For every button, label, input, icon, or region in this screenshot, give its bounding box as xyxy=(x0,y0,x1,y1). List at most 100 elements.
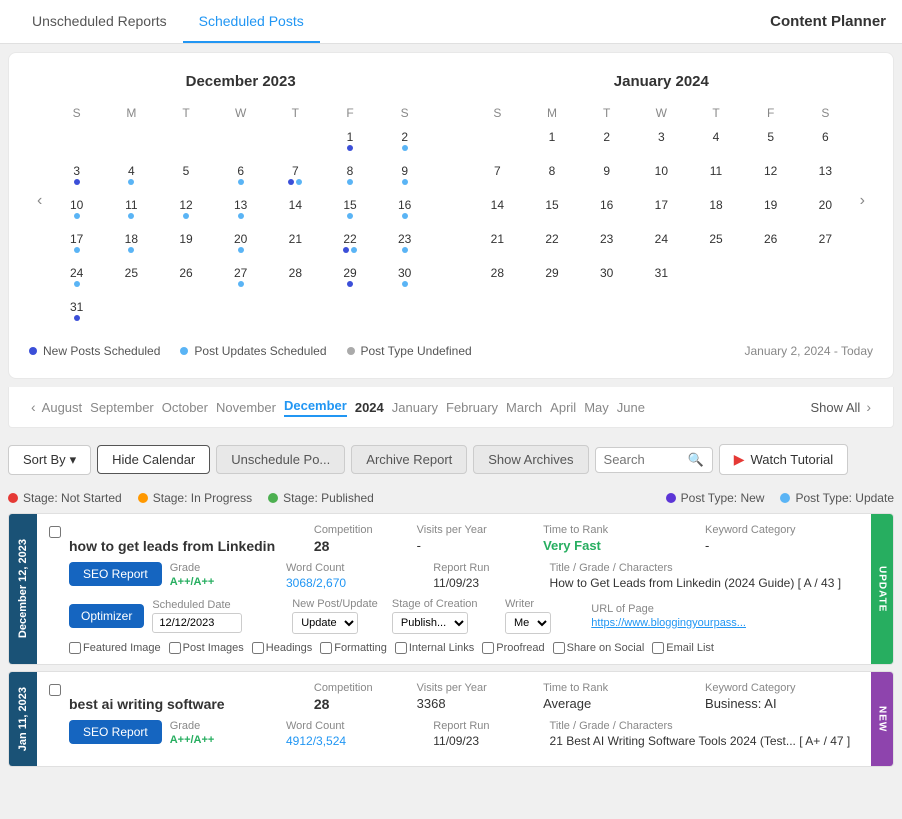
calendar-prev-btn[interactable]: ‹ xyxy=(29,188,50,214)
tab-scheduled-posts[interactable]: Scheduled Posts xyxy=(183,1,320,43)
cal-day[interactable] xyxy=(160,126,213,158)
cal-day[interactable]: 6 xyxy=(799,126,852,158)
cal-day[interactable]: 21 xyxy=(269,228,322,260)
cal-day[interactable]: 3 xyxy=(635,126,688,158)
cal-day[interactable]: 26 xyxy=(744,228,797,260)
card1-seo-btn[interactable]: SEO Report xyxy=(69,562,162,586)
cal-day[interactable]: 16 xyxy=(378,194,431,226)
cal-day[interactable] xyxy=(690,262,743,294)
cal-day[interactable]: 21 xyxy=(471,228,524,260)
cal-day[interactable]: 5 xyxy=(160,160,213,192)
cal-day[interactable]: 2 xyxy=(580,126,633,158)
month-nav-item-september[interactable]: September xyxy=(90,400,154,415)
cal-day[interactable]: 14 xyxy=(269,194,322,226)
card1-internal-links[interactable] xyxy=(395,642,407,654)
sort-by-button[interactable]: Sort By ▾ xyxy=(8,445,91,475)
cal-day[interactable]: 24 xyxy=(50,262,103,294)
cal-day[interactable]: 11 xyxy=(105,194,158,226)
month-nav-item-2024[interactable]: 2024 xyxy=(355,400,384,415)
cal-day[interactable]: 15 xyxy=(526,194,579,226)
cal-day[interactable] xyxy=(50,126,103,158)
cal-day[interactable]: 4 xyxy=(690,126,743,158)
cal-day[interactable]: 8 xyxy=(526,160,579,192)
card1-new-post-select[interactable]: Update xyxy=(292,612,358,634)
cal-day[interactable]: 15 xyxy=(324,194,377,226)
cal-day[interactable]: 27 xyxy=(214,262,267,294)
card1-optimizer-btn[interactable]: Optimizer xyxy=(69,604,144,628)
cal-day[interactable] xyxy=(214,126,267,158)
cal-day[interactable]: 23 xyxy=(378,228,431,260)
cal-day[interactable]: 28 xyxy=(269,262,322,294)
card1-formatting[interactable] xyxy=(320,642,332,654)
cal-day[interactable]: 1 xyxy=(324,126,377,158)
cal-day[interactable] xyxy=(378,296,431,328)
cal-day[interactable]: 12 xyxy=(744,160,797,192)
cal-day[interactable]: 18 xyxy=(690,194,743,226)
cal-day[interactable]: 6 xyxy=(214,160,267,192)
month-nav-item-march[interactable]: March xyxy=(506,400,542,415)
archive-report-button[interactable]: Archive Report xyxy=(351,445,467,474)
cal-day[interactable]: 10 xyxy=(635,160,688,192)
watch-tutorial-button[interactable]: ▶ Watch Tutorial xyxy=(719,444,848,475)
month-nav-item-june[interactable]: June xyxy=(617,400,645,415)
cal-day[interactable] xyxy=(324,296,377,328)
card2-seo-btn[interactable]: SEO Report xyxy=(69,720,162,744)
hide-calendar-button[interactable]: Hide Calendar xyxy=(97,445,210,474)
card1-email-list[interactable] xyxy=(652,642,664,654)
show-archives-button[interactable]: Show Archives xyxy=(473,445,588,474)
month-nav-item-april[interactable]: April xyxy=(550,400,576,415)
cal-day[interactable] xyxy=(744,262,797,294)
cal-day[interactable]: 20 xyxy=(799,194,852,226)
card1-stage-select[interactable]: Publish... xyxy=(392,612,468,634)
cal-day[interactable]: 18 xyxy=(105,228,158,260)
cal-day[interactable] xyxy=(160,296,213,328)
month-nav-item-august[interactable]: August xyxy=(42,400,82,415)
cal-day[interactable]: 7 xyxy=(471,160,524,192)
cal-day[interactable]: 17 xyxy=(50,228,103,260)
cal-day[interactable]: 17 xyxy=(635,194,688,226)
card1-proofread[interactable] xyxy=(482,642,494,654)
cal-day[interactable]: 26 xyxy=(160,262,213,294)
cal-day[interactable]: 25 xyxy=(690,228,743,260)
cal-day[interactable]: 28 xyxy=(471,262,524,294)
cal-day[interactable]: 3 xyxy=(50,160,103,192)
cal-day[interactable]: 14 xyxy=(471,194,524,226)
cal-day[interactable]: 2 xyxy=(378,126,431,158)
cal-day[interactable]: 29 xyxy=(324,262,377,294)
card1-checkbox[interactable] xyxy=(49,526,61,538)
cal-day[interactable] xyxy=(269,126,322,158)
card1-url[interactable]: https://www.bloggingyourpass... xyxy=(591,617,746,629)
cal-day[interactable]: 10 xyxy=(50,194,103,226)
cal-day[interactable]: 11 xyxy=(690,160,743,192)
cal-day[interactable]: 30 xyxy=(378,262,431,294)
month-nav-item-may[interactable]: May xyxy=(584,400,609,415)
show-all-btn[interactable]: Show All xyxy=(810,400,860,415)
card1-share-social[interactable] xyxy=(553,642,565,654)
cal-day[interactable]: 25 xyxy=(105,262,158,294)
cal-day[interactable]: 19 xyxy=(160,228,213,260)
card1-writer-select[interactable]: Me xyxy=(505,612,551,634)
cal-day[interactable]: 13 xyxy=(799,160,852,192)
cal-day[interactable]: 23 xyxy=(580,228,633,260)
cal-day[interactable]: 16 xyxy=(580,194,633,226)
cal-day[interactable] xyxy=(214,296,267,328)
cal-day[interactable]: 24 xyxy=(635,228,688,260)
cal-day[interactable]: 27 xyxy=(799,228,852,260)
cal-day[interactable]: 13 xyxy=(214,194,267,226)
cal-day[interactable]: 31 xyxy=(50,296,103,328)
tab-unscheduled-reports[interactable]: Unscheduled Reports xyxy=(16,1,183,43)
cal-day[interactable]: 20 xyxy=(214,228,267,260)
cal-day[interactable]: 7 xyxy=(269,160,322,192)
cal-day[interactable]: 30 xyxy=(580,262,633,294)
search-box[interactable]: 🔍 xyxy=(595,447,713,473)
card1-scheduled-date[interactable] xyxy=(152,613,242,633)
search-input[interactable] xyxy=(604,452,684,467)
month-nav-item-january[interactable]: January xyxy=(392,400,438,415)
cal-day[interactable]: 31 xyxy=(635,262,688,294)
cal-day[interactable]: 29 xyxy=(526,262,579,294)
month-nav-item-october[interactable]: October xyxy=(162,400,208,415)
cal-day[interactable]: 4 xyxy=(105,160,158,192)
card1-featured-image[interactable] xyxy=(69,642,81,654)
card1-headings[interactable] xyxy=(252,642,264,654)
month-nav-item-november[interactable]: November xyxy=(216,400,276,415)
